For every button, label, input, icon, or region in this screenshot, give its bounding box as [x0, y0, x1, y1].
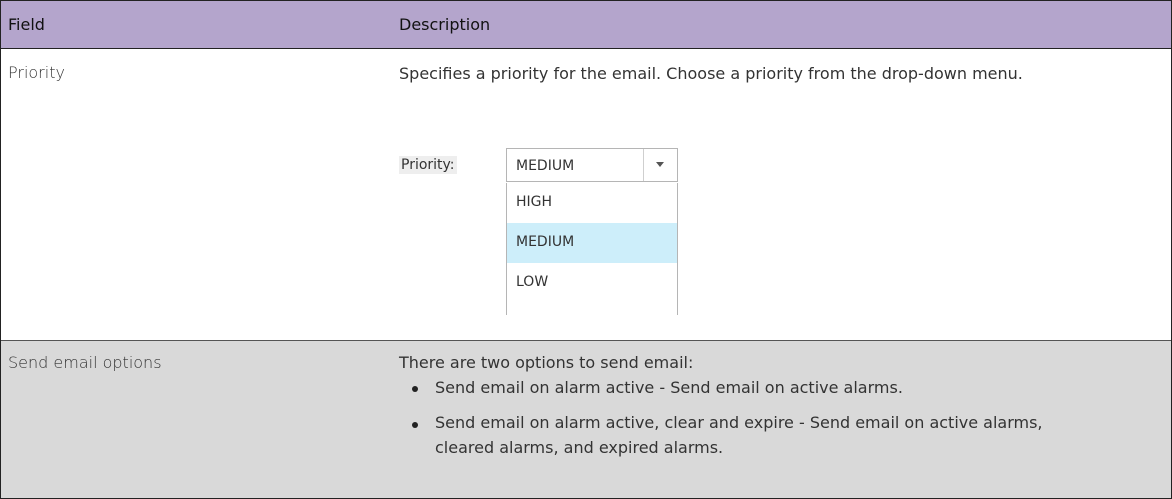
bullet-dot — [412, 386, 418, 392]
priority-label: Priority: — [399, 156, 457, 174]
priority-select[interactable]: MEDIUM — [506, 148, 678, 182]
option-high[interactable]: HIGH — [507, 183, 677, 223]
table-row-send-email: Send email options There are two options… — [1, 341, 1171, 498]
chevron-down-icon — [656, 162, 664, 167]
bullet-dot — [412, 422, 418, 428]
field-send-email-options: Send email options — [8, 353, 162, 372]
option-low[interactable]: LOW — [507, 263, 677, 303]
fields-table: Field Description Priority Specifies a p… — [0, 0, 1172, 499]
description-priority: Specifies a priority for the email. Choo… — [399, 64, 1023, 83]
bullet-item: Send email on alarm active - Send email … — [435, 378, 903, 397]
field-priority: Priority — [8, 63, 65, 82]
header-field: Field — [8, 15, 45, 34]
table-row-priority: Priority Specifies a priority for the em… — [1, 49, 1171, 341]
priority-selected-value: MEDIUM — [516, 158, 575, 174]
priority-options-list: HIGH MEDIUM LOW — [506, 183, 678, 315]
dropdown-toggle[interactable] — [643, 149, 677, 181]
send-email-intro: There are two options to send email: — [399, 353, 694, 372]
bullet-item: Send email on alarm active, clear and ex… — [435, 413, 1043, 457]
option-medium[interactable]: MEDIUM — [507, 223, 677, 263]
table-header: Field Description — [1, 1, 1171, 49]
header-description: Description — [399, 15, 491, 34]
